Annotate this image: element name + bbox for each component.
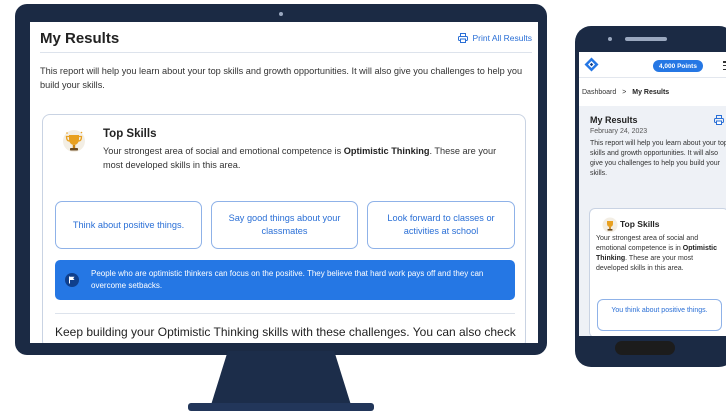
mobile-page-title: My Results [590,115,638,125]
mobile-intro-text: This report will help you learn about yo… [590,140,726,177]
skill-text-before: Your strongest area of social and emotio… [103,146,344,156]
skill-button-good-things-classmates[interactable]: Say good things about your classmates [211,201,358,249]
info-banner: People who are optimistic thinkers can f… [55,260,515,300]
top-skills-heading: Top Skills [103,128,157,140]
monitor-stand-neck [211,351,351,405]
header-divider [40,52,532,53]
phone-home-button [615,341,675,355]
phone-camera [608,37,612,41]
printer-icon [458,33,469,43]
trophy-icon [63,130,85,152]
monitor-stand-base [188,403,374,411]
mobile-top-skills-card: Top Skills Your strongest area of social… [589,208,726,336]
print-all-results-label: Print All Results [472,33,532,43]
strength-area: Optimistic Thinking [343,146,430,156]
desktop-monitor: My Results Print All Results This report… [15,4,547,355]
intro-text: This report will help you learn about yo… [40,66,523,90]
mobile-top-skills-heading: Top Skills [620,219,660,229]
phone-speaker [625,37,667,41]
mobile-top-skills-description: Your strongest area of social and emotio… [596,234,726,274]
trophy-icon [602,217,618,233]
printer-icon[interactable] [714,115,724,125]
top-skills-description: Your strongest area of social and emotio… [103,144,503,172]
card-divider [55,313,515,314]
mobile-skill-button-positive-things[interactable]: You think about positive things. [597,299,722,331]
challenges-intro: Keep building your Optimistic Thinking s… [55,325,516,343]
skill-button-look-forward[interactable]: Look forward to classes or activities at… [367,201,515,249]
monitor-camera [279,12,283,16]
results-header: My Results Print All Results [40,30,532,50]
mobile-content: My Results February 24, 2023 This report… [579,52,726,336]
flag-icon [65,273,79,287]
page-title: My Results [40,30,120,47]
skill-button-positive-things[interactable]: Think about positive things. [55,201,202,249]
print-all-results-link[interactable]: Print All Results [458,33,532,43]
desktop-screen: My Results Print All Results This report… [30,22,538,343]
info-banner-text: People who are optimistic thinkers can f… [91,269,484,290]
results-date: February 24, 2023 [590,128,648,135]
skill-buttons: Think about positive things. Say good th… [55,201,515,249]
top-skills-card: Top Skills Your strongest area of social… [42,114,526,343]
